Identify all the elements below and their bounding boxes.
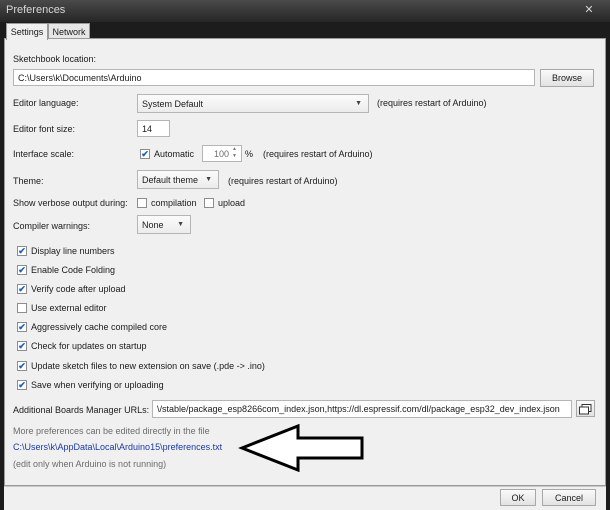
theme-label: Theme: (13, 176, 44, 186)
compiler-warnings-select[interactable]: None ▼ (137, 215, 191, 234)
display-line-numbers-checkbox[interactable]: ✔ (17, 246, 27, 256)
chevron-down-icon: ▼ (355, 100, 362, 107)
more-prefs-note: More preferences can be edited directly … (13, 426, 210, 436)
display-line-numbers-label: Display line numbers (31, 246, 115, 256)
sketchbook-input[interactable]: C:\Users\k\Documents\Arduino (13, 69, 535, 86)
close-icon[interactable]: ✕ (578, 3, 600, 17)
compiler-warnings-value: None (142, 220, 164, 230)
edit-urls-button[interactable] (576, 400, 595, 417)
editor-language-note: (requires restart of Arduino) (377, 98, 487, 108)
compiler-warnings-label: Compiler warnings: (13, 221, 91, 231)
scale-unit: % (245, 149, 254, 159)
ok-button[interactable]: OK (500, 489, 536, 506)
title-bar: Preferences ✕ (0, 0, 610, 22)
window-list-icon (579, 404, 592, 415)
preferences-file-link[interactable]: C:\Users\k\AppData\Local\Arduino15\prefe… (13, 442, 222, 452)
chevron-down-icon: ▼ (177, 221, 184, 228)
spinner-arrows-icon[interactable]: ▲ ▼ (232, 146, 237, 160)
editor-language-select[interactable]: System Default ▼ (137, 94, 369, 113)
editor-language-value: System Default (142, 99, 204, 109)
font-size-label: Editor font size: (13, 124, 76, 134)
tab-network[interactable]: Network (48, 23, 90, 39)
theme-select[interactable]: Default theme ▼ (137, 170, 219, 189)
automatic-label: Automatic (154, 149, 195, 159)
verbose-label: Show verbose output during: (13, 198, 128, 208)
update-extension-checkbox[interactable]: ✔ (17, 361, 27, 371)
verify-after-upload-label: Verify code after upload (31, 284, 126, 294)
update-extension-label: Update sketch files to new extension on … (31, 361, 265, 371)
external-editor-checkbox[interactable] (17, 303, 27, 313)
interface-scale-label: Interface scale: (13, 149, 75, 159)
upload-checkbox[interactable] (204, 198, 214, 208)
cache-core-label: Aggressively cache compiled core (31, 322, 168, 332)
code-folding-label: Enable Code Folding (31, 265, 116, 275)
cancel-button[interactable]: Cancel (542, 489, 596, 506)
check-updates-checkbox[interactable]: ✔ (17, 341, 27, 351)
edit-hint: (edit only when Arduino is not running) (13, 459, 167, 469)
window-title: Preferences (6, 4, 66, 16)
boards-urls-input[interactable]: \/stable/package_esp8266com_index.json,h… (152, 400, 572, 418)
font-size-input[interactable]: 14 (137, 120, 170, 137)
code-folding-checkbox[interactable]: ✔ (17, 265, 27, 275)
save-on-verify-checkbox[interactable]: ✔ (17, 380, 27, 390)
external-editor-label: Use external editor (31, 303, 107, 313)
browse-button[interactable]: Browse (540, 69, 594, 87)
save-on-verify-label: Save when verifying or uploading (31, 380, 164, 390)
verify-after-upload-checkbox[interactable]: ✔ (17, 284, 27, 294)
check-updates-label: Check for updates on startup (31, 341, 147, 351)
cache-core-checkbox[interactable]: ✔ (17, 322, 27, 332)
automatic-checkbox[interactable]: ✔ (140, 149, 150, 159)
chevron-down-icon: ▼ (205, 176, 212, 183)
editor-language-label: Editor language: (13, 98, 79, 108)
tab-settings[interactable]: Settings (6, 23, 48, 40)
upload-label: upload (218, 198, 246, 208)
compilation-checkbox[interactable] (137, 198, 147, 208)
theme-note: (requires restart of Arduino) (228, 176, 338, 186)
annotation-arrow-icon (238, 424, 364, 472)
theme-value: Default theme (142, 175, 199, 185)
compilation-label: compilation (151, 198, 197, 208)
interface-scale-note: (requires restart of Arduino) (263, 149, 373, 159)
boards-urls-label: Additional Boards Manager URLs: (13, 405, 150, 415)
sketchbook-label: Sketchbook location: (13, 54, 97, 64)
